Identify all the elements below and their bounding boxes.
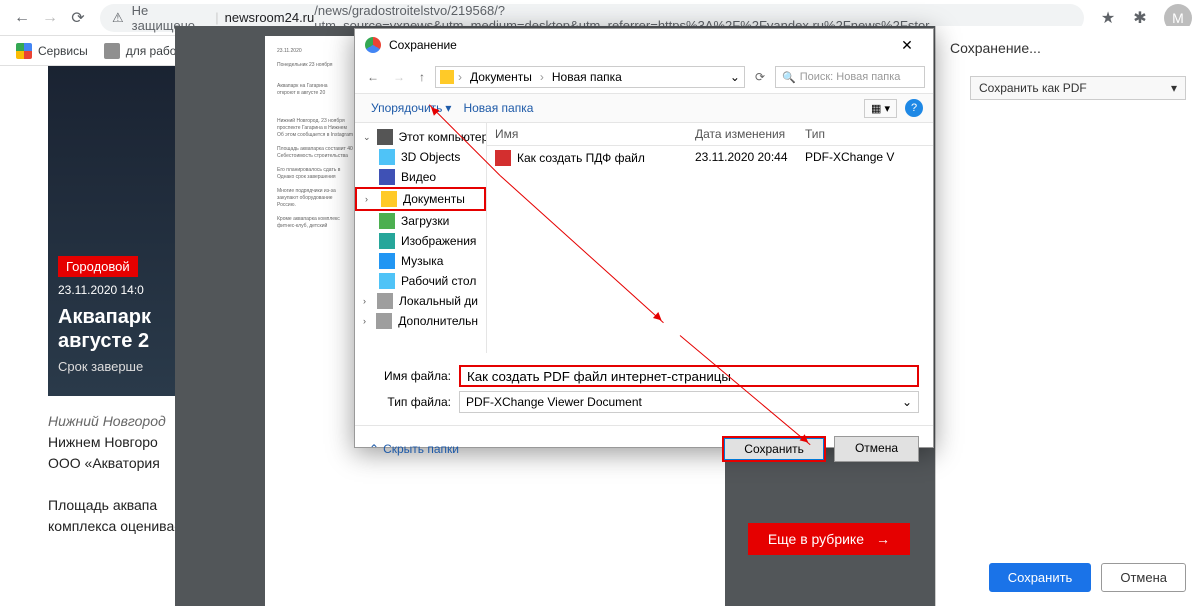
- new-folder-button[interactable]: Новая папка: [457, 97, 539, 119]
- tree-local-disk[interactable]: ›Локальный ди: [355, 291, 486, 311]
- brand-badge: Городовой: [58, 256, 138, 277]
- folder-icon: [104, 43, 120, 59]
- forward-button[interactable]: →: [36, 4, 64, 32]
- cancel-button[interactable]: Отмена: [834, 436, 919, 462]
- help-button[interactable]: ?: [905, 99, 923, 117]
- print-destination[interactable]: Сохранить как PDF▾: [970, 76, 1186, 100]
- chrome-icon: [365, 37, 381, 53]
- filename-input[interactable]: [459, 365, 919, 387]
- tree-this-pc[interactable]: ⌄Этот компьютер: [355, 127, 486, 147]
- cube-icon: [379, 149, 395, 165]
- save-fields: Имя файла: Тип файла: PDF-XChange Viewer…: [355, 353, 933, 425]
- nav-forward-button[interactable]: →: [389, 68, 409, 86]
- documents-icon: [381, 191, 397, 207]
- save-file-dialog: Сохранение ✕ ← → ↑ › Документы › Новая п…: [354, 28, 934, 448]
- file-list: Имя Дата изменения Тип Как создать ПДФ ф…: [487, 123, 933, 353]
- pc-icon: [377, 129, 393, 145]
- apps-shortcut[interactable]: Сервисы: [8, 39, 96, 63]
- pdf-icon: [495, 150, 511, 166]
- tree-music[interactable]: Музыка: [355, 251, 486, 271]
- print-save-button[interactable]: Сохранить: [989, 563, 1092, 592]
- chevron-down-icon[interactable]: ⌄: [730, 70, 740, 84]
- filename-label: Имя файла:: [369, 369, 459, 383]
- tree-video[interactable]: Видео: [355, 167, 486, 187]
- dialog-nav: ← → ↑ › Документы › Новая папка ⌄ ⟳ 🔍 По…: [355, 61, 933, 93]
- filetype-label: Тип файла:: [369, 395, 459, 409]
- breadcrumb[interactable]: › Документы › Новая папка ⌄: [435, 66, 745, 88]
- cover-subtitle: Срок заверше: [58, 359, 178, 374]
- rubric-button[interactable]: Еще в рубрике→: [748, 523, 910, 555]
- nav-back-button[interactable]: ←: [363, 68, 383, 86]
- search-input[interactable]: 🔍 Поиск: Новая папка: [775, 66, 925, 88]
- article-cover: Городовой 23.11.2020 14:0 Аквапарк авгус…: [48, 66, 188, 396]
- filetype-select[interactable]: PDF-XChange Viewer Document⌄: [459, 391, 919, 413]
- back-button[interactable]: ←: [8, 4, 36, 32]
- desktop-icon: [379, 273, 395, 289]
- music-icon: [379, 253, 395, 269]
- arrow-right-icon: →: [876, 531, 890, 547]
- tree-images[interactable]: Изображения: [355, 231, 486, 251]
- dialog-title: Сохранение: [389, 38, 457, 52]
- organize-menu[interactable]: Упорядочить ▾: [365, 97, 457, 119]
- reload-button[interactable]: ⟳: [64, 4, 92, 32]
- print-sidebar: Сохранение... Сохранить как PDF▾ Сохрани…: [935, 26, 1200, 606]
- apps-icon: [16, 43, 32, 59]
- url-domain: newsroom24.ru: [225, 10, 315, 25]
- nav-up-button[interactable]: ↑: [415, 68, 429, 86]
- tree-extras[interactable]: ›Дополнительн: [355, 311, 486, 331]
- folder-tree: ⌄Этот компьютер 3D Objects Видео ›Докуме…: [355, 123, 487, 353]
- dialog-footer: ⌃Скрыть папки Сохранить Отмена: [355, 425, 933, 472]
- hide-folders-toggle[interactable]: ⌃Скрыть папки: [369, 442, 459, 456]
- video-icon: [379, 169, 395, 185]
- disk-icon: [377, 293, 393, 309]
- downloads-icon: [379, 213, 395, 229]
- dialog-titlebar: Сохранение ✕: [355, 29, 933, 61]
- tree-documents[interactable]: ›Документы: [355, 187, 486, 211]
- view-mode-button[interactable]: ▦ ▾: [864, 99, 897, 118]
- file-row[interactable]: Как создать ПДФ файл 23.11.2020 20:44 PD…: [487, 146, 933, 170]
- folder-icon: [440, 70, 454, 84]
- refresh-button[interactable]: ⟳: [751, 68, 769, 86]
- print-title: Сохранение...: [950, 40, 1186, 56]
- tree-downloads[interactable]: Загрузки: [355, 211, 486, 231]
- file-list-header[interactable]: Имя Дата изменения Тип: [487, 123, 933, 146]
- tree-3d-objects[interactable]: 3D Objects: [355, 147, 486, 167]
- images-icon: [379, 233, 395, 249]
- search-icon: 🔍: [782, 71, 796, 84]
- tree-desktop[interactable]: Рабочий стол: [355, 271, 486, 291]
- disk-icon: [376, 313, 392, 329]
- cover-date: 23.11.2020 14:0: [58, 283, 178, 297]
- close-button[interactable]: ✕: [891, 33, 923, 57]
- print-cancel-button[interactable]: Отмена: [1101, 563, 1186, 592]
- cover-title: Аквапарк августе 2: [58, 305, 178, 353]
